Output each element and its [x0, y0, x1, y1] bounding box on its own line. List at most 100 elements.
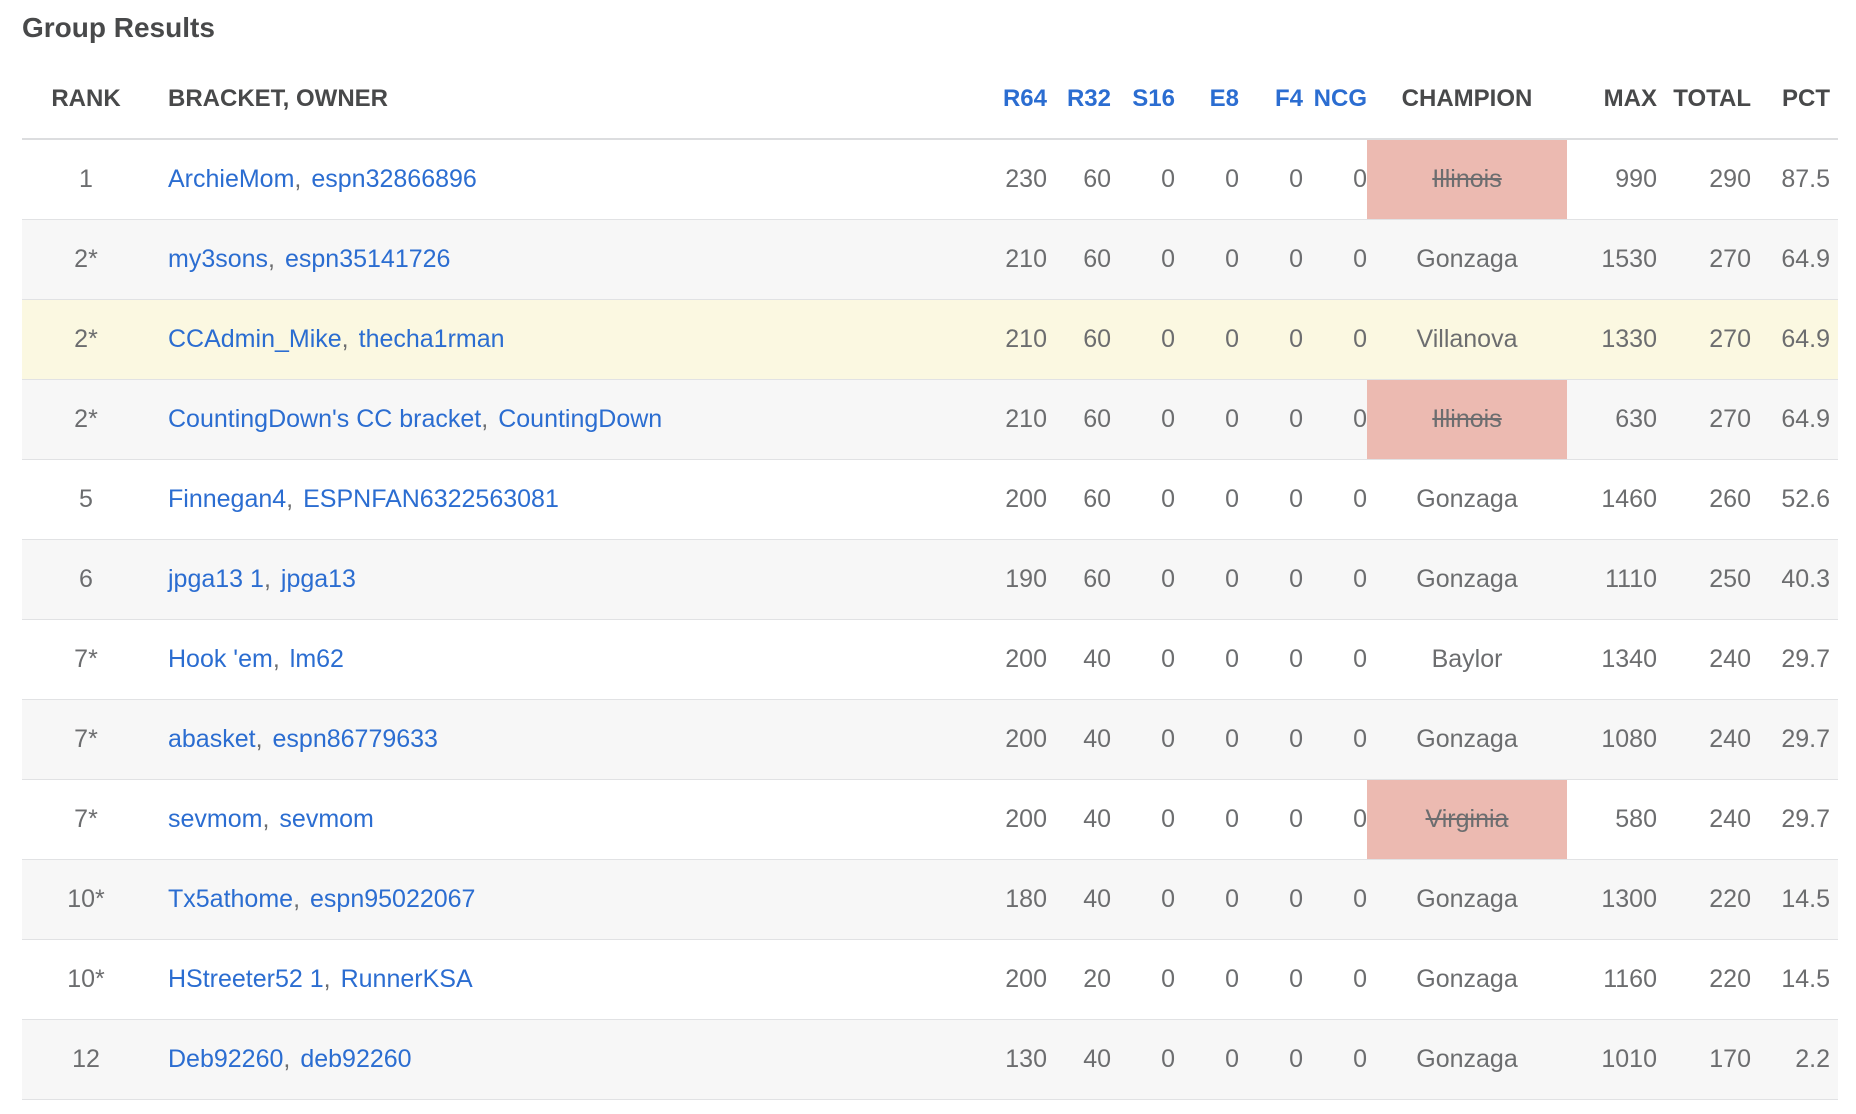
rank-cell: 7*	[22, 699, 150, 780]
separator: ,	[262, 805, 270, 833]
pct-cell: 14.5	[1751, 859, 1838, 940]
r64-cell: 210	[992, 299, 1047, 380]
pct-cell: 2.2	[1751, 1019, 1838, 1100]
f4-cell: 0	[1239, 139, 1303, 220]
bracket-link[interactable]: abasket	[168, 725, 256, 753]
f4-cell: 0	[1239, 459, 1303, 540]
owner-link[interactable]: deb92260	[300, 1045, 411, 1073]
bracket-owner-cell: CCAdmin_Mike, thecha1rman	[150, 299, 992, 380]
separator: ,	[255, 725, 263, 753]
bracket-link[interactable]: ArchieMom	[168, 165, 294, 193]
r32-cell: 60	[1047, 539, 1111, 620]
max-cell: 1530	[1567, 219, 1657, 300]
champion-name: Gonzaga	[1416, 725, 1518, 753]
champion-name: Gonzaga	[1416, 485, 1518, 513]
bracket-link[interactable]: Tx5athome	[168, 885, 293, 913]
ncg-cell: 0	[1303, 219, 1367, 300]
s16-cell: 0	[1111, 539, 1175, 620]
max-cell: 1010	[1567, 1019, 1657, 1100]
max-cell: 580	[1567, 779, 1657, 860]
f4-cell: 0	[1239, 379, 1303, 460]
bracket-owner-cell: Deb92260, deb92260	[150, 1019, 992, 1100]
total-cell: 260	[1657, 459, 1751, 540]
total-cell: 240	[1657, 699, 1751, 780]
r64-cell: 190	[992, 539, 1047, 620]
bracket-owner-cell: HStreeter52 1, RunnerKSA	[150, 939, 992, 1020]
s16-cell: 0	[1111, 619, 1175, 700]
bracket-owner-cell: jpga13 1, jpga13	[150, 539, 992, 620]
total-cell: 270	[1657, 299, 1751, 380]
bracket-link[interactable]: CountingDown's CC bracket	[168, 405, 481, 433]
max-cell: 630	[1567, 379, 1657, 460]
owner-link[interactable]: CountingDown	[498, 405, 662, 433]
rank-cell: 2*	[22, 379, 150, 460]
champion-cell: Villanova	[1367, 299, 1567, 380]
header-s16[interactable]: S16	[1111, 60, 1175, 140]
header-ncg[interactable]: NCG	[1303, 60, 1367, 140]
owner-link[interactable]: ESPNFAN6322563081	[303, 485, 559, 513]
separator: ,	[323, 965, 331, 993]
max-cell: 990	[1567, 139, 1657, 220]
owner-link[interactable]: thecha1rman	[359, 325, 505, 353]
owner-link[interactable]: RunnerKSA	[341, 965, 473, 993]
bracket-link[interactable]: Finnegan4	[168, 485, 286, 513]
total-cell: 270	[1657, 379, 1751, 460]
s16-cell: 0	[1111, 859, 1175, 940]
pct-cell: 14.5	[1751, 939, 1838, 1020]
pct-cell: 64.9	[1751, 299, 1838, 380]
f4-cell: 0	[1239, 619, 1303, 700]
separator: ,	[286, 485, 294, 513]
champion-cell: Gonzaga	[1367, 939, 1567, 1020]
header-r32[interactable]: R32	[1047, 60, 1111, 140]
s16-cell: 0	[1111, 219, 1175, 300]
f4-cell: 0	[1239, 219, 1303, 300]
bracket-owner-cell: CountingDown's CC bracket, CountingDown	[150, 379, 992, 460]
e8-cell: 0	[1175, 1019, 1239, 1100]
champion-name: Virginia	[1425, 805, 1509, 833]
s16-cell: 0	[1111, 1019, 1175, 1100]
r64-cell: 210	[992, 379, 1047, 460]
header-total: TOTAL	[1657, 60, 1751, 140]
champion-name: Gonzaga	[1416, 565, 1518, 593]
champion-name: Villanova	[1416, 325, 1518, 353]
bracket-link[interactable]: Hook 'em	[168, 645, 273, 673]
total-cell: 220	[1657, 859, 1751, 940]
separator: ,	[283, 1045, 291, 1073]
r64-cell: 200	[992, 699, 1047, 780]
owner-link[interactable]: espn86779633	[273, 725, 438, 753]
bracket-link[interactable]: HStreeter52 1	[168, 965, 324, 993]
owner-link[interactable]: sevmom	[279, 805, 373, 833]
header-r64[interactable]: R64	[992, 60, 1047, 140]
owner-link[interactable]: espn35141726	[285, 245, 450, 273]
r32-cell: 60	[1047, 299, 1111, 380]
r32-cell: 40	[1047, 779, 1111, 860]
owner-link[interactable]: espn95022067	[310, 885, 475, 913]
e8-cell: 0	[1175, 459, 1239, 540]
bracket-link[interactable]: jpga13 1	[168, 565, 264, 593]
owner-link[interactable]: lm62	[290, 645, 344, 673]
max-cell: 1330	[1567, 299, 1657, 380]
r64-cell: 230	[992, 139, 1047, 220]
header-e8[interactable]: E8	[1175, 60, 1239, 140]
separator: ,	[294, 165, 302, 193]
pct-cell: 29.7	[1751, 619, 1838, 700]
owner-link[interactable]: jpga13	[281, 565, 356, 593]
r64-cell: 200	[992, 939, 1047, 1020]
e8-cell: 0	[1175, 139, 1239, 220]
header-f4[interactable]: F4	[1239, 60, 1303, 140]
rank-cell: 7*	[22, 619, 150, 700]
bracket-link[interactable]: my3sons	[168, 245, 268, 273]
f4-cell: 0	[1239, 779, 1303, 860]
e8-cell: 0	[1175, 219, 1239, 300]
bracket-link[interactable]: CCAdmin_Mike	[168, 325, 342, 353]
page-title: Group Results	[22, 12, 215, 43]
e8-cell: 0	[1175, 379, 1239, 460]
bracket-owner-cell: Hook 'em, lm62	[150, 619, 992, 700]
f4-cell: 0	[1239, 859, 1303, 940]
table-row: 12 Deb92260, deb92260 130 40 0 0 0 0 Gonz…	[22, 1019, 1838, 1100]
bracket-link[interactable]: sevmom	[168, 805, 262, 833]
bracket-link[interactable]: Deb92260	[168, 1045, 283, 1073]
bracket-owner-cell: sevmom, sevmom	[150, 779, 992, 860]
owner-link[interactable]: espn32866896	[311, 165, 476, 193]
champion-cell: Gonzaga	[1367, 539, 1567, 620]
